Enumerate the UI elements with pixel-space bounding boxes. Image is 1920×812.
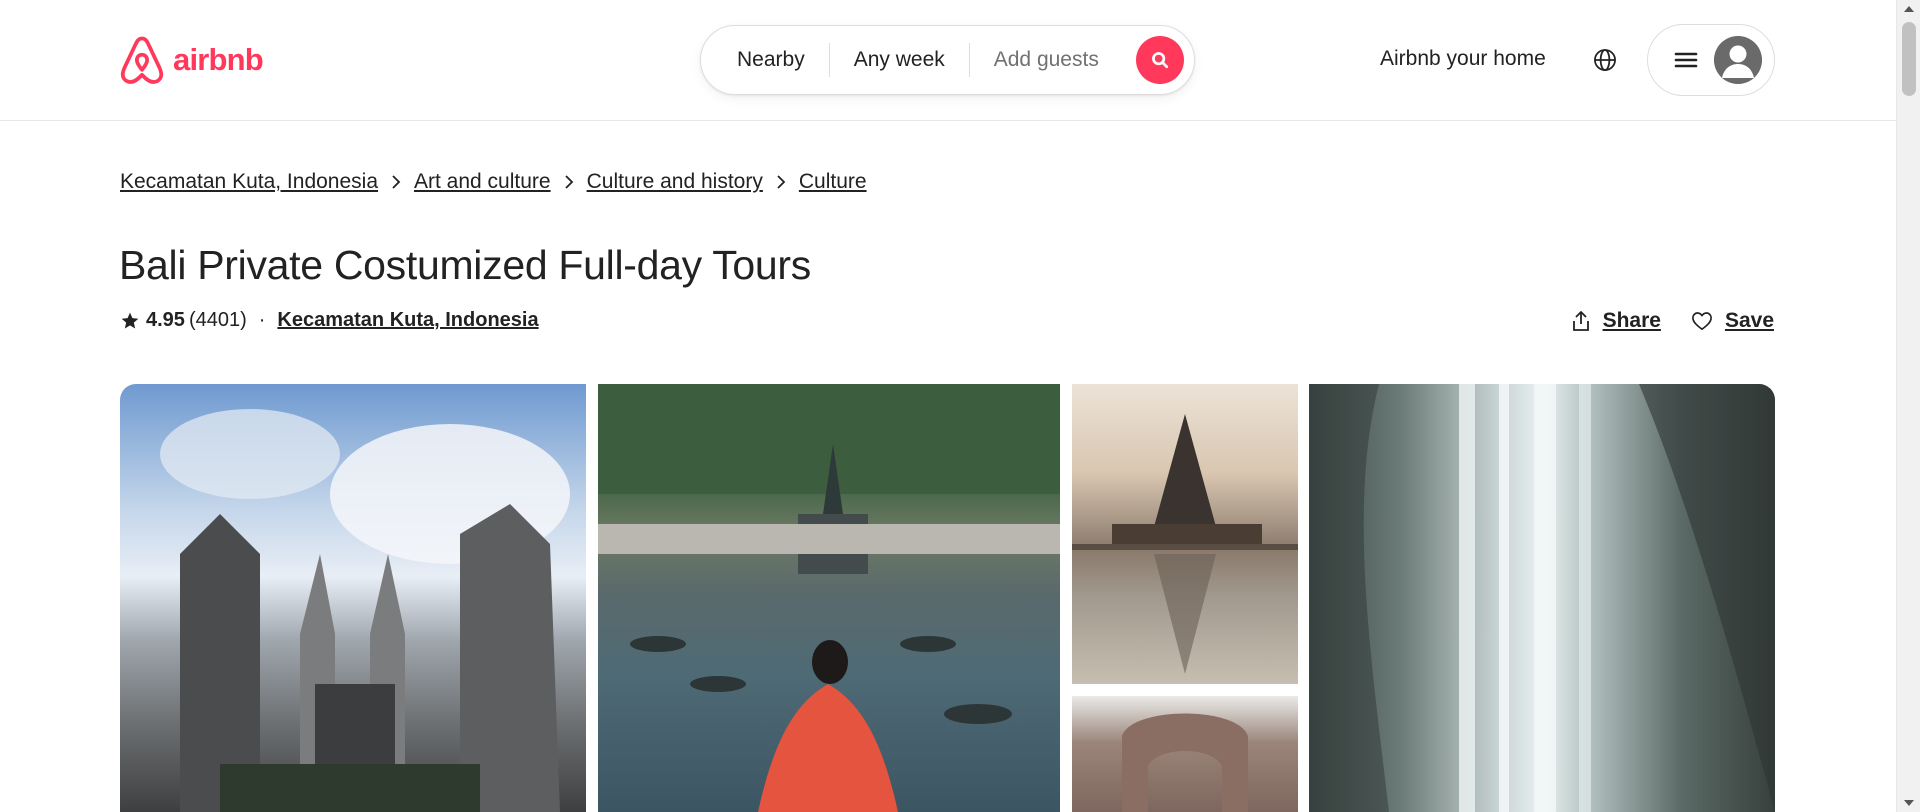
- top-header: airbnb Nearby Any week Add guests Airbnb…: [0, 0, 1896, 121]
- airbnb-logo-icon: [120, 36, 164, 84]
- page-title: Bali Private Costumized Full-day Tours: [119, 242, 811, 288]
- scroll-up-arrow-icon[interactable]: [1904, 6, 1914, 12]
- hamburger-menu-icon: [1674, 52, 1698, 68]
- share-button[interactable]: Share: [1571, 309, 1661, 333]
- carved-arch-photo[interactable]: [1072, 696, 1298, 812]
- water-palace-illustration: [598, 384, 1060, 812]
- carved-arch-illustration: [1122, 713, 1248, 812]
- chevron-right-icon: [378, 174, 414, 190]
- user-avatar-icon: [1714, 36, 1762, 84]
- temple-gate-photo[interactable]: [120, 384, 586, 812]
- avatar: [1714, 36, 1762, 84]
- search-dates[interactable]: Any week: [830, 48, 969, 72]
- airbnb-logo[interactable]: airbnb: [119, 35, 264, 85]
- scroll-thumb[interactable]: [1902, 22, 1916, 96]
- chevron-right-icon: [551, 174, 587, 190]
- save-button[interactable]: Save: [1691, 309, 1774, 333]
- logo-text: airbnb: [173, 42, 264, 77]
- scroll-down-arrow-icon[interactable]: [1904, 800, 1914, 806]
- chevron-right-icon: [763, 174, 799, 190]
- listing-meta: 4.95 (4401) · Kecamatan Kuta, Indonesia: [120, 309, 539, 332]
- vertical-scrollbar[interactable]: [1896, 0, 1920, 812]
- search-guests[interactable]: Add guests: [970, 48, 1123, 72]
- search-icon: [1152, 52, 1169, 69]
- search-bar[interactable]: Nearby Any week Add guests: [700, 25, 1195, 95]
- globe-icon[interactable]: [1591, 46, 1619, 74]
- lake-pagoda-photo[interactable]: [1072, 384, 1298, 684]
- breadcrumb-link[interactable]: Art and culture: [414, 170, 551, 194]
- heart-icon: [1692, 312, 1712, 330]
- listing-actions: Share Save: [1571, 309, 1774, 333]
- rating-value: 4.95: [146, 309, 185, 331]
- meta-separator: ·: [258, 309, 266, 331]
- star-icon: [121, 312, 139, 328]
- breadcrumb-link[interactable]: Culture: [799, 170, 867, 194]
- breadcrumb-link[interactable]: Kecamatan Kuta, Indonesia: [120, 170, 378, 194]
- waterfall-illustration: [1309, 384, 1775, 812]
- temple-gate-illustration: [160, 409, 570, 812]
- share-icon: [1572, 311, 1589, 331]
- water-palace-photo[interactable]: [598, 384, 1060, 812]
- location-link[interactable]: Kecamatan Kuta, Indonesia: [277, 309, 538, 332]
- search-button[interactable]: [1136, 36, 1184, 84]
- share-label: Share: [1602, 309, 1661, 332]
- waterfall-photo[interactable]: [1309, 384, 1775, 812]
- profile-menu-button[interactable]: [1647, 24, 1775, 96]
- search-location[interactable]: Nearby: [701, 48, 829, 72]
- lake-pagoda-illustration: [1072, 414, 1298, 674]
- save-label: Save: [1724, 309, 1774, 332]
- breadcrumb-link[interactable]: Culture and history: [587, 170, 763, 194]
- breadcrumb: Kecamatan Kuta, Indonesia Art and cultur…: [120, 170, 867, 194]
- airbnb-your-home-link[interactable]: Airbnb your home: [1380, 47, 1546, 71]
- review-count[interactable]: (4401): [189, 309, 247, 332]
